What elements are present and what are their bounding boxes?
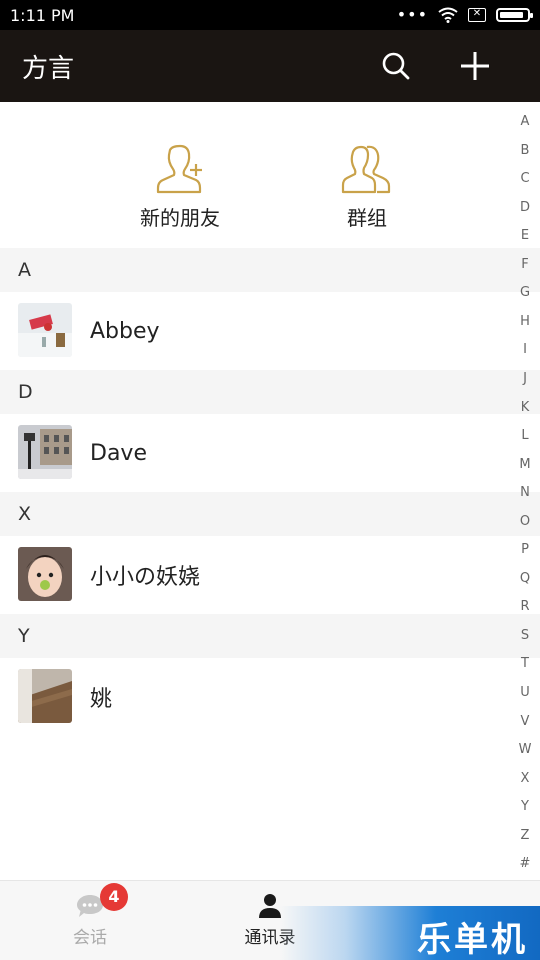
avatar [18,303,72,357]
index-letter[interactable]: Y [510,799,540,814]
nav-chat-tab[interactable]: 4 会话 [0,881,180,960]
plus-icon [461,52,489,80]
index-letter[interactable]: U [510,685,540,700]
index-letter[interactable]: K [510,400,540,415]
contact-name: Dave [90,440,147,466]
search-icon [382,52,410,80]
new-friends-label: 新的朋友 [140,206,220,230]
app-header: 方言 [0,30,540,102]
index-letter[interactable]: D [510,200,540,215]
battery-icon [496,8,533,22]
contact-row-dave[interactable]: Dave [0,414,510,492]
add-friend-icon [156,144,202,194]
index-letter[interactable]: J [510,371,540,386]
battery-fill [500,12,524,18]
index-letter[interactable]: Z [510,828,540,843]
index-letter[interactable]: P [510,542,540,557]
index-letter[interactable]: # [510,856,540,871]
contact-shortcuts: 新的朋友 群组 [0,102,510,247]
contact-name: 小小の妖娆 [90,565,201,590]
watermark-logo: 乐单机 [280,906,540,960]
index-letter[interactable]: A [510,114,540,129]
index-letter[interactable]: F [510,257,540,272]
index-letter[interactable]: R [510,599,540,614]
contact-name: Abbey [90,318,160,344]
more-dots-icon: ••• [396,5,428,24]
watermark-text: 乐单机 [417,920,528,960]
group-icon [341,145,391,194]
unread-badge: 4 [100,883,128,911]
groups-label: 群组 [347,206,387,230]
contact-name: 姚 [90,687,113,712]
contact-row-yao[interactable]: 姚 [0,658,510,736]
no-sim-icon: ✕ [468,8,486,22]
index-letter[interactable]: V [510,714,540,729]
index-letter[interactable]: T [510,656,540,671]
contact-row-abbey[interactable]: Abbey [0,292,510,370]
index-letter[interactable]: E [510,228,540,243]
avatar [18,425,72,479]
search-button[interactable] [376,46,416,86]
status-time: 1:11 PM [10,5,75,25]
index-letter[interactable]: X [510,771,540,786]
section-header-y: Y [0,614,540,658]
section-header-d: D [0,370,540,414]
wifi-icon [438,7,458,23]
index-letter[interactable]: M [510,457,540,472]
new-friends-button[interactable]: 新的朋友 [110,144,250,231]
index-letter[interactable]: G [510,285,540,300]
index-letter[interactable]: O [510,514,540,529]
index-letter[interactable]: H [510,314,540,329]
person-icon [259,894,281,918]
avatar [18,669,72,723]
index-letter[interactable]: S [510,628,540,643]
index-letter[interactable]: Q [510,571,540,586]
index-letter[interactable]: L [510,428,540,443]
section-header-x: X [0,492,540,536]
index-letter[interactable]: C [510,171,540,186]
status-icons: ••• ✕ [396,5,533,24]
add-button[interactable] [455,46,495,86]
index-letter[interactable]: I [510,342,540,357]
alphabet-index-bar[interactable]: A B C D E F G H I J K L M N O P Q R S T U V W X Y Z # [510,114,540,879]
index-letter[interactable]: N [510,485,540,500]
status-bar: 1:11 PM ••• ✕ [0,0,540,30]
contact-row-xiaoxiao[interactable]: 小小の妖娆 [0,536,510,614]
avatar [18,547,72,601]
index-letter[interactable]: W [510,742,540,757]
nav-chat-label: 会话 [73,928,107,948]
index-letter[interactable]: B [510,143,540,158]
section-header-a: A [0,248,540,292]
groups-button[interactable]: 群组 [297,144,437,231]
